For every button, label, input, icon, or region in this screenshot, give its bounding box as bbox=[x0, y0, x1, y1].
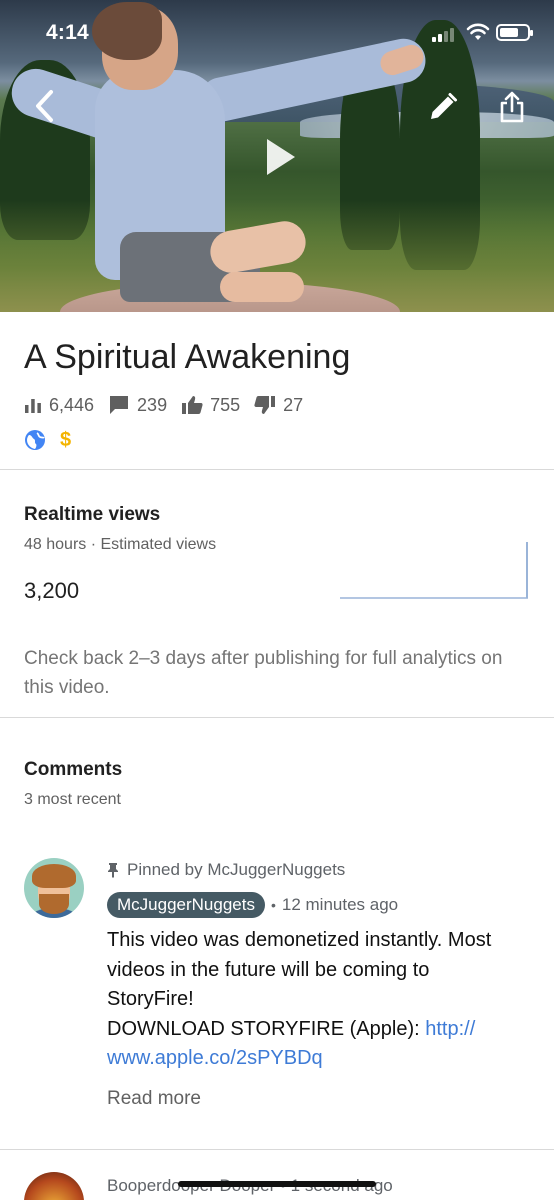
comment-link[interactable]: http:// bbox=[425, 1018, 475, 1040]
globe-icon bbox=[25, 430, 45, 450]
home-indicator bbox=[178, 1181, 376, 1187]
pinned-text: Pinned by McJuggerNuggets bbox=[127, 860, 346, 879]
divider bbox=[0, 717, 554, 718]
comment-line: This video was demonetized instantly. Mo… bbox=[107, 929, 492, 951]
bar-chart-icon bbox=[25, 399, 41, 413]
battery-icon bbox=[496, 24, 533, 41]
thumb-up-icon bbox=[182, 396, 203, 414]
pinned-label: Pinned by McJuggerNuggets bbox=[107, 856, 527, 884]
thumb-down-icon bbox=[254, 396, 276, 414]
comment-link[interactable]: www.apple.co/2sPYBDq bbox=[107, 1044, 527, 1074]
likes-stat: 755 bbox=[181, 395, 240, 416]
dislikes-stat: 27 bbox=[254, 395, 303, 416]
status-icons bbox=[432, 20, 533, 46]
read-more-button[interactable]: Read more bbox=[107, 1088, 527, 1110]
comment-line: DOWNLOAD STORYFIRE (Apple): http:// bbox=[107, 1015, 527, 1045]
play-icon bbox=[267, 139, 295, 175]
comment-meta: McJuggerNuggets • 12 minutes ago bbox=[107, 892, 527, 918]
comments-subtitle: 3 most recent bbox=[24, 791, 121, 808]
comment-line: videos in the future will be coming to bbox=[107, 958, 430, 981]
comment-body: Pinned by McJuggerNuggets McJuggerNugget… bbox=[107, 856, 527, 1110]
realtime-value: 3,200 bbox=[24, 578, 80, 603]
realtime-sparkline bbox=[340, 542, 528, 599]
dollar-icon: $ bbox=[60, 428, 72, 451]
separator-dot: • bbox=[270, 897, 276, 913]
share-button[interactable] bbox=[496, 88, 528, 126]
dislikes-count: 27 bbox=[283, 394, 304, 415]
comment-line-prefix: DOWNLOAD STORYFIRE (Apple): bbox=[107, 1017, 426, 1040]
pin-icon bbox=[108, 863, 118, 878]
chevron-left-icon bbox=[36, 90, 53, 122]
comments-stat: 239 bbox=[108, 395, 167, 416]
views-stat: 6,446 bbox=[24, 395, 94, 416]
video-thumbnail[interactable]: 4:14 bbox=[0, 0, 554, 312]
views-count: 6,446 bbox=[49, 394, 95, 415]
back-button[interactable] bbox=[28, 88, 60, 124]
pencil-icon bbox=[431, 93, 457, 119]
author-chip[interactable]: McJuggerNuggets bbox=[107, 892, 265, 918]
realtime-title: Realtime views bbox=[24, 504, 161, 525]
divider bbox=[0, 469, 554, 470]
comment-time: 12 minutes ago bbox=[281, 895, 399, 914]
realtime-subtitle: 48 hours · Estimated views bbox=[24, 536, 217, 553]
comment-text: This video was demonetized instantly. Mo… bbox=[107, 926, 527, 1074]
avatar[interactable] bbox=[24, 1172, 84, 1200]
play-button[interactable] bbox=[256, 134, 302, 180]
video-stats: 6,446 239 755 27 bbox=[24, 392, 317, 418]
edit-button[interactable] bbox=[426, 90, 460, 124]
comment-line: StoryFire! bbox=[107, 988, 194, 1010]
divider bbox=[0, 1149, 554, 1150]
comments-count: 239 bbox=[137, 394, 168, 415]
wifi-icon bbox=[466, 23, 490, 40]
status-time: 4:14 bbox=[46, 21, 89, 44]
video-title: A Spiritual Awakening bbox=[24, 338, 351, 376]
realtime-note: Check back 2–3 days after publishing for… bbox=[24, 648, 503, 698]
avatar[interactable] bbox=[24, 858, 84, 918]
comment-icon bbox=[110, 396, 129, 414]
video-badges: $ bbox=[24, 428, 71, 452]
likes-count: 755 bbox=[210, 394, 241, 415]
comments-title: Comments bbox=[24, 759, 123, 780]
share-icon bbox=[500, 91, 524, 123]
